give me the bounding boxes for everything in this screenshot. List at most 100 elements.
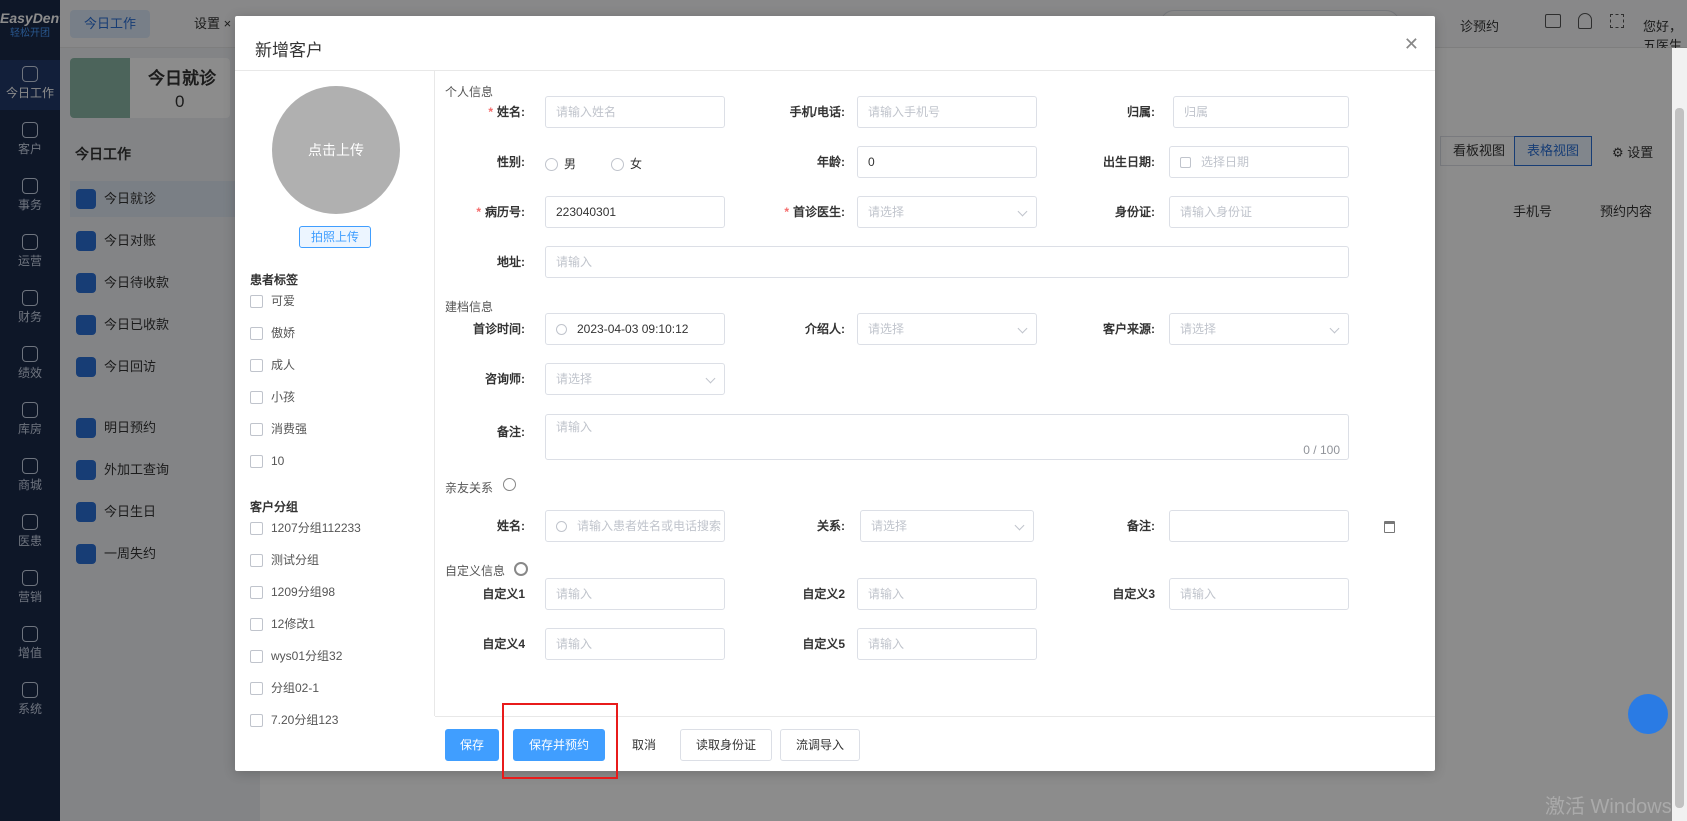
consultant-select[interactable]: 请选择	[545, 363, 725, 395]
id-card-label: 身份证:	[1115, 205, 1155, 219]
remark-char-count: 0 / 100	[1303, 443, 1340, 457]
record-no-input[interactable]: 223040301	[545, 196, 725, 228]
checkbox[interactable]	[250, 554, 263, 568]
relative-search-input[interactable]: 请输入患者姓名或电话搜索	[545, 510, 725, 542]
modal-left-column: 点击上传 拍照上传 患者标签 可爱傲娇成人小孩消费强 10 客户分组 1207分组…	[235, 71, 435, 728]
modal-title: 新增客户	[255, 41, 323, 60]
delete-icon[interactable]	[1384, 521, 1395, 533]
patient-tag-checkbox[interactable]: 可爱	[250, 293, 295, 313]
custom5-label: 自定义5	[802, 637, 845, 651]
checkbox[interactable]	[250, 455, 263, 469]
checkbox[interactable]	[250, 714, 263, 728]
custom3-label: 自定义3	[1112, 587, 1155, 601]
read-id-card-button[interactable]: 读取身份证	[680, 729, 772, 761]
save-button[interactable]: 保存	[445, 729, 500, 761]
phone-input[interactable]: 请输入手机号	[857, 96, 1037, 128]
patient-tags-title: 患者标签	[250, 273, 299, 287]
gear-icon[interactable]	[514, 562, 528, 576]
checkbox-label: 成人	[271, 358, 296, 372]
add-relative-icon[interactable]	[503, 478, 516, 491]
customer-group-checkbox[interactable]: 1209分组98	[250, 584, 335, 604]
cancel-button[interactable]: 取消	[616, 729, 672, 761]
custom5-input[interactable]: 请输入	[857, 628, 1037, 660]
custom2-input[interactable]: 请输入	[857, 578, 1037, 610]
customer-groups-title: 客户分组	[250, 500, 299, 514]
checkbox-label: 7.20分组123	[271, 713, 339, 727]
checkbox-label: 1207分组112233	[271, 521, 361, 535]
custom4-input[interactable]: 请输入	[545, 628, 725, 660]
id-card-input[interactable]: 请输入身份证	[1169, 196, 1349, 228]
referrer-select[interactable]: 请选择	[857, 313, 1037, 345]
custom3-input[interactable]: 请输入	[1169, 578, 1349, 610]
birthdate-picker[interactable]: 选择日期	[1169, 146, 1349, 178]
customer-group-checkbox[interactable]: 12修改1	[250, 616, 315, 636]
avatar-upload[interactable]: 点击上传	[272, 86, 400, 214]
chevron-down-icon	[1017, 323, 1028, 334]
custom2-label: 自定义2	[802, 587, 845, 601]
gender-female-radio[interactable]: 女	[611, 155, 642, 172]
checkbox-label: 消费强	[271, 422, 308, 436]
relative-note-input[interactable]	[1169, 510, 1349, 542]
checkbox-label: 可爱	[271, 294, 296, 308]
customer-source-label: 客户来源:	[1103, 322, 1155, 336]
checkbox[interactable]	[250, 359, 263, 373]
save-and-appoint-button[interactable]: 保存并预约	[513, 729, 605, 761]
search-icon	[556, 521, 567, 533]
record-no-label: * 病历号:	[476, 205, 525, 219]
relation-select[interactable]: 请选择	[860, 510, 1034, 542]
gender-male-radio[interactable]: 男	[545, 155, 576, 172]
remark-textarea[interactable]: 请输入 0 / 100	[545, 414, 1349, 460]
checkbox[interactable]	[250, 423, 263, 437]
name-input[interactable]: 请输入姓名	[545, 96, 725, 128]
import-button[interactable]: 流调导入	[780, 729, 860, 761]
first-doctor-select[interactable]: 请选择	[857, 196, 1037, 228]
first-visit-time-picker[interactable]: 2023-04-03 09:10:12	[545, 313, 725, 345]
checkbox[interactable]	[250, 391, 263, 405]
checkbox-label: 傲娇	[271, 326, 296, 340]
customer-group-checkbox[interactable]: wys01分组32	[250, 648, 342, 668]
patient-tag-checkbox[interactable]: 成人	[250, 357, 295, 377]
customer-group-checkbox[interactable]: 1207分组112233	[250, 520, 361, 540]
age-input[interactable]: 0	[857, 146, 1037, 178]
checkbox[interactable]	[250, 586, 263, 600]
checkbox[interactable]	[250, 682, 263, 696]
modal-footer: 保存 保存并预约 取消 读取身份证 流调导入	[435, 716, 1435, 771]
section-custom-info: 自定义信息	[445, 564, 506, 578]
chevron-down-icon	[705, 373, 716, 384]
checkbox-label: 1209分组98	[271, 585, 336, 599]
belong-input[interactable]: 归属	[1173, 96, 1349, 128]
name-label: * 姓名:	[488, 105, 525, 119]
checkbox[interactable]	[250, 327, 263, 341]
checkbox[interactable]	[250, 522, 263, 536]
customer-group-checkbox[interactable]: 分组02-1	[250, 680, 319, 700]
photo-upload-button[interactable]: 拍照上传	[299, 226, 371, 248]
modal-header: 新增客户 ✕	[235, 16, 1435, 71]
checkbox[interactable]	[250, 295, 263, 309]
customer-group-checkbox[interactable]: 测试分组	[250, 552, 319, 572]
relative-name-label: 姓名:	[497, 519, 525, 533]
custom1-input[interactable]: 请输入	[545, 578, 725, 610]
custom4-label: 自定义4	[482, 637, 525, 651]
consultant-label: 咨询师:	[485, 372, 525, 386]
chevron-down-icon	[1329, 323, 1340, 334]
customer-source-select[interactable]: 请选择	[1169, 313, 1349, 345]
checkbox-label: 测试分组	[271, 553, 320, 567]
tooth-icon[interactable]	[1628, 694, 1668, 734]
checkbox[interactable]	[250, 618, 263, 632]
patient-tag-checkbox[interactable]: 傲娇	[250, 325, 295, 345]
close-icon[interactable]: ✕	[1404, 34, 1419, 55]
referrer-label: 介绍人:	[805, 322, 845, 336]
age-label: 年龄:	[817, 155, 845, 169]
checkbox-label: 12修改1	[271, 617, 316, 631]
clock-icon	[556, 324, 567, 336]
birthdate-label: 出生日期:	[1103, 155, 1155, 169]
patient-tag-checkbox[interactable]: 小孩	[250, 389, 295, 409]
windows-watermark: 激活 Windows	[1545, 796, 1672, 818]
custom1-label: 自定义1	[482, 587, 525, 601]
checkbox[interactable]	[250, 650, 263, 664]
customer-group-checkbox[interactable]: 7.20分组123	[250, 712, 338, 732]
patient-tag-checkbox[interactable]: 消费强	[250, 421, 307, 441]
patient-tag-checkbox[interactable]: 10	[250, 453, 284, 473]
address-input[interactable]: 请输入	[545, 246, 1349, 278]
scrollbar[interactable]	[1672, 48, 1687, 821]
